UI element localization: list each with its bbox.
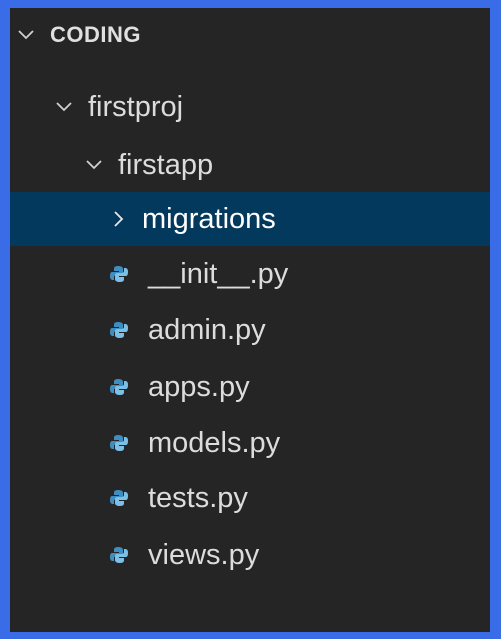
- tree-item-file[interactable]: __init__.py: [10, 247, 490, 301]
- tree-item-firstapp[interactable]: firstapp: [10, 138, 490, 192]
- tree-item-label: migrations: [142, 202, 276, 235]
- chevron-right-icon: [108, 209, 128, 229]
- tree-item-label: tests.py: [148, 481, 248, 514]
- python-file-icon: [110, 378, 128, 396]
- tree-item-file[interactable]: tests.py: [10, 471, 490, 525]
- chevron-down-icon: [16, 25, 36, 45]
- chevron-down-icon: [84, 155, 104, 175]
- python-file-icon: [110, 321, 128, 339]
- tree-item-label: __init__.py: [148, 257, 289, 290]
- tree-item-file[interactable]: models.py: [10, 416, 490, 470]
- file-explorer-panel: CODING firstproj firstapp migrations __i…: [10, 8, 490, 632]
- tree-item-label: firstproj: [88, 90, 184, 123]
- tree-item-migrations[interactable]: migrations: [10, 192, 490, 246]
- python-file-icon: [110, 546, 128, 564]
- tree-item-file[interactable]: admin.py: [10, 303, 490, 357]
- section-title: CODING: [50, 22, 141, 47]
- tree-item-firstproj[interactable]: firstproj: [10, 80, 490, 134]
- tree-item-label: views.py: [148, 538, 260, 571]
- tree-item-file[interactable]: views.py: [10, 528, 490, 582]
- tree-item-label: admin.py: [148, 313, 266, 346]
- tree-item-label: models.py: [148, 426, 281, 459]
- chevron-down-icon: [54, 97, 74, 117]
- python-file-icon: [110, 265, 128, 283]
- tree-item-label: firstapp: [118, 148, 214, 181]
- tree-item-file[interactable]: apps.py: [10, 360, 490, 414]
- python-file-icon: [110, 489, 128, 507]
- tree-item-label: apps.py: [148, 370, 250, 403]
- python-file-icon: [110, 434, 128, 452]
- explorer-section-header[interactable]: CODING: [10, 8, 490, 62]
